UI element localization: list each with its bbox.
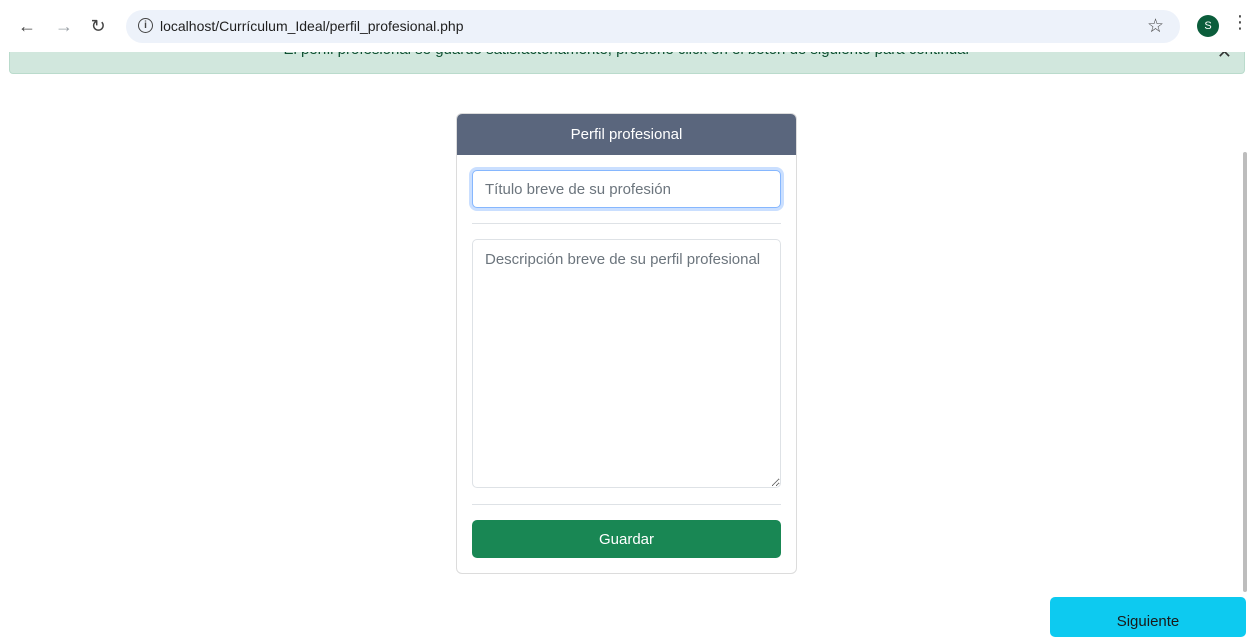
menu-kebab-icon[interactable]: ⋮ <box>1231 12 1249 33</box>
address-bar[interactable]: i localhost/Currículum_Ideal/perfil_prof… <box>126 10 1180 43</box>
site-info-icon[interactable]: i <box>138 18 153 33</box>
profile-description-textarea[interactable] <box>472 239 781 488</box>
next-button[interactable]: Siguiente <box>1050 597 1246 637</box>
profile-card: Perfil profesional Guardar <box>456 113 797 574</box>
divider <box>472 504 781 505</box>
browser-toolbar: ← → ↻ i localhost/Currículum_Ideal/perfi… <box>0 0 1249 52</box>
bookmark-star-icon[interactable]: ☆ <box>1147 15 1164 38</box>
reload-icon[interactable]: ↻ <box>85 13 111 39</box>
save-button[interactable]: Guardar <box>472 520 781 558</box>
profile-avatar[interactable]: S <box>1197 15 1219 37</box>
forward-icon[interactable]: → <box>51 13 77 39</box>
back-icon[interactable]: ← <box>14 13 40 39</box>
profession-title-input[interactable] <box>472 170 781 208</box>
card-header: Perfil profesional <box>457 114 796 155</box>
page-scrollbar[interactable] <box>1243 152 1247 592</box>
divider <box>472 223 781 224</box>
url-text[interactable]: localhost/Currículum_Ideal/perfil_profes… <box>160 18 464 34</box>
